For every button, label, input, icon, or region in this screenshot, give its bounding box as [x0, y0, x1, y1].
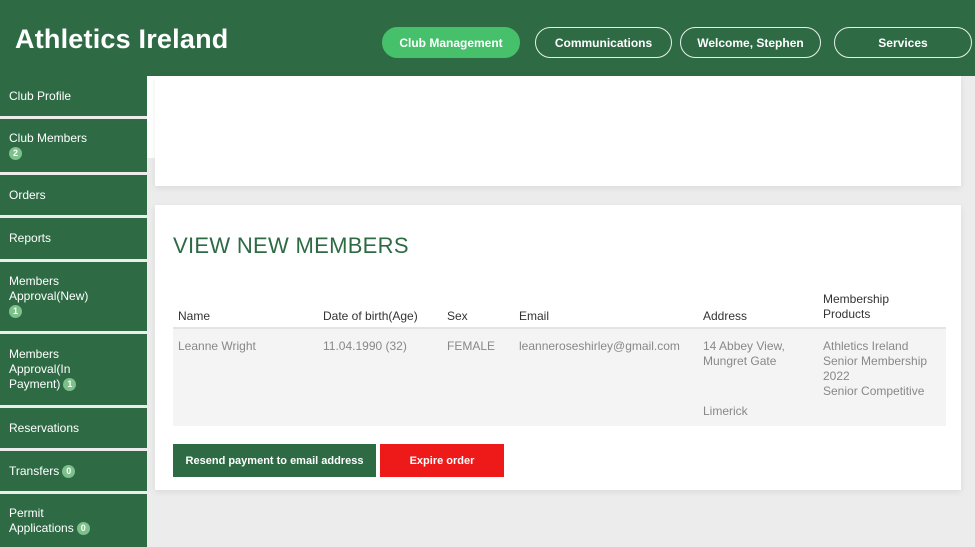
- count-badge: 1: [9, 305, 22, 319]
- sidebar-item-reports[interactable]: Reports: [0, 218, 147, 259]
- top-content-panel: [155, 76, 961, 186]
- nav-services-button[interactable]: Services: [834, 27, 972, 58]
- sidebar-item-label: Reservations: [9, 420, 80, 435]
- sidebar-item-label: Applications: [9, 520, 74, 535]
- cell-address-city: Limerick: [703, 404, 748, 418]
- cell-dob: 11.04.1990 (32): [323, 339, 407, 353]
- sidebar-item-label: Transfers: [9, 463, 60, 478]
- column-header-line: Membership: [823, 292, 890, 306]
- resend-payment-button[interactable]: Resend payment to email address: [173, 444, 376, 477]
- column-header-sex: Sex: [447, 309, 468, 323]
- page-title: VIEW NEW MEMBERS: [173, 233, 409, 258]
- cell-membership-products: Athletics Ireland Senior Membership 2022…: [823, 339, 927, 399]
- sidebar-item-label: Club Profile: [9, 88, 72, 103]
- cell-sex: FEMALE: [447, 339, 496, 353]
- column-header-line: Products: [823, 307, 871, 321]
- sidebar-item-label: Members: [9, 347, 60, 361]
- count-badge: 1: [63, 378, 77, 392]
- cell-address: 14 Abbey View, Mungret Gate: [703, 339, 785, 369]
- sidebar-item-label: Reports: [9, 231, 52, 245]
- column-header-email: Email: [519, 309, 550, 323]
- brand-logo-text[interactable]: Athletics Ireland: [15, 24, 228, 55]
- panel-edge: [147, 76, 155, 158]
- sidebar-item-label: Permit: [9, 505, 44, 520]
- sidebar-item-reservations[interactable]: Reservations: [0, 408, 147, 448]
- sidebar-item-label: Orders: [9, 187, 46, 202]
- product-line: 2022: [823, 369, 850, 383]
- column-header-name: Name: [178, 309, 211, 323]
- sidebar: Club Profile Club Members 2 Orders Repor…: [0, 76, 147, 547]
- address-line: 14 Abbey View,: [703, 339, 785, 353]
- nav-welcome-user-button[interactable]: Welcome, Stephen: [680, 27, 821, 58]
- count-badge: 0: [62, 464, 76, 478]
- product-line: Senior Competitive: [823, 384, 925, 398]
- sidebar-item-members-approval-in-payment[interactable]: Members Approval(In Payment) 1: [0, 334, 147, 405]
- expire-order-button[interactable]: Expire order: [380, 444, 504, 477]
- sidebar-item-label: Approval(In: [9, 362, 71, 376]
- product-line: Athletics Ireland: [823, 339, 909, 353]
- top-navigation-bar: Athletics Ireland Club Management Commun…: [0, 0, 975, 76]
- nav-club-management-button[interactable]: Club Management: [382, 27, 520, 58]
- sidebar-item-label: Payment): [9, 377, 61, 391]
- sidebar-item-members-approval-new[interactable]: Members Approval(New) 1: [0, 262, 147, 331]
- column-header-dob: Date of birth(Age): [323, 309, 418, 323]
- cell-name: Leanne Wright: [178, 339, 256, 353]
- product-line: Senior Membership: [823, 354, 928, 368]
- column-header-membership-products: Membership Products: [823, 292, 889, 322]
- sidebar-item-transfers[interactable]: Transfers 0: [0, 451, 147, 491]
- sidebar-item-club-profile[interactable]: Club Profile: [0, 76, 147, 116]
- sidebar-item-label: Approval(New): [9, 289, 89, 303]
- count-badge: 2: [9, 146, 22, 160]
- sidebar-item-label: Members: [9, 274, 60, 288]
- nav-communications-button[interactable]: Communications: [535, 27, 672, 58]
- count-badge: 0: [76, 521, 90, 535]
- sidebar-item-orders[interactable]: Orders: [0, 175, 147, 215]
- sidebar-item-permit-applications[interactable]: Permit Applications 0: [0, 494, 147, 547]
- sidebar-item-club-members[interactable]: Club Members 2: [0, 119, 147, 172]
- address-line: Mungret Gate: [703, 354, 777, 368]
- cell-email: leanneroseshirley@gmail.com: [519, 339, 680, 353]
- column-header-address: Address: [703, 309, 748, 323]
- sidebar-item-label: Club Members: [9, 130, 88, 145]
